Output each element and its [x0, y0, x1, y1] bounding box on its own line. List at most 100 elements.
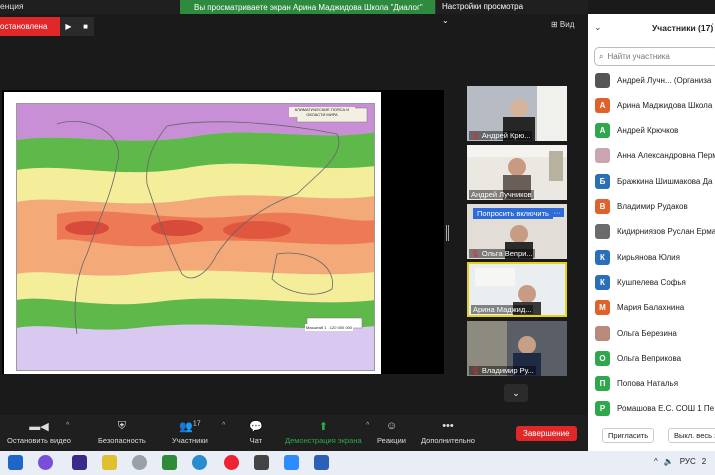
participant-name: Андрей Крю...	[481, 131, 531, 140]
participant-name: Арина Маджид...	[473, 305, 532, 314]
keyboard-language[interactable]: РУС	[680, 457, 696, 466]
participant-row[interactable]: Кидирниязов Руслан Ерма	[595, 222, 715, 242]
app-icon[interactable]	[254, 455, 269, 470]
mic-muted-icon: 🎙	[471, 367, 480, 375]
participant-row[interactable]: К Кирьянова Юлия	[595, 247, 680, 267]
view-layout-button[interactable]: ⊞ Вид	[551, 20, 574, 29]
stop-video-button[interactable]: ▬◀ Остановить видео	[7, 420, 71, 445]
participant-row[interactable]: М Мария Балахнина	[595, 298, 684, 318]
avatar: К	[595, 274, 610, 290]
chat-icon: 💬	[249, 421, 263, 433]
mail-app-icon[interactable]	[72, 455, 87, 470]
participant-row[interactable]: Р Ромашова Е.С. СОШ 1 Пе	[595, 399, 714, 419]
volume-icon[interactable]: 🔈	[664, 457, 674, 466]
participant-row[interactable]: О Ольга Веприкова	[595, 348, 681, 368]
participant-name: Ольга Вепри...	[481, 249, 533, 258]
participant-name: Ольга Березина	[617, 328, 677, 338]
system-tray: ^ 🔈 РУС 2	[654, 457, 706, 466]
video-tile[interactable]: 🎙 Владимир Ру...	[467, 321, 567, 376]
participant-name: Владимир Рудаков	[617, 202, 688, 211]
participant-row[interactable]: Андрей Лучн... (Организа	[595, 70, 711, 90]
participant-row[interactable]: А Андрей Крючков	[595, 121, 678, 141]
avatar	[595, 224, 610, 240]
mic-muted-icon: 🎙	[471, 132, 480, 140]
participants-label: Участники	[172, 436, 208, 445]
collapse-panel-icon[interactable]: ⌄	[594, 22, 602, 33]
gallery-scroll-down-button[interactable]: ⌄	[504, 384, 528, 402]
security-button[interactable]: ⛨ Безопасность	[98, 420, 146, 445]
avatar: Б	[595, 173, 610, 189]
photos-icon[interactable]	[132, 455, 147, 470]
yandex-browser-icon[interactable]	[224, 455, 239, 470]
participant-row[interactable]: А Арина Маджидова Школа	[595, 95, 712, 115]
participant-name: Кидирниязов Руслан Ерма	[617, 227, 715, 237]
splitter-handle[interactable]	[446, 225, 449, 241]
participant-name: Анна Александровна Перм	[617, 151, 715, 161]
avatar	[595, 72, 610, 88]
mic-muted-icon: 🎙	[471, 250, 480, 258]
word-icon[interactable]	[314, 455, 329, 470]
tile-more-button[interactable]: ···	[550, 208, 564, 217]
panel-menu-icon[interactable]: ⋮	[708, 22, 715, 33]
avatar: П	[595, 376, 610, 392]
video-options-caret-icon[interactable]: ^	[66, 422, 69, 429]
ask-to-unmute-button[interactable]: Попросить включить	[473, 208, 553, 219]
excel-icon[interactable]	[162, 455, 177, 470]
participants-button[interactable]: 👥17 Участники	[172, 420, 208, 445]
avatar: А	[595, 97, 610, 113]
participant-name-tag: 🎙 Владимир Ру...	[469, 366, 536, 375]
view-options-button[interactable]: Настройки просмотра ⌄	[435, 0, 537, 25]
participant-row[interactable]: В Владимир Рудаков	[595, 197, 688, 217]
participant-search[interactable]: ⌕	[594, 47, 715, 66]
avatar: В	[595, 199, 610, 214]
more-dots-icon: •••	[442, 420, 454, 432]
map-legend-title: КЛИМАТИЧЕСКИЕ ПОЯСА И ОБЛАСТИ МИРА	[289, 107, 355, 117]
participants-options-caret-icon[interactable]: ^	[222, 422, 225, 429]
video-tile[interactable]: 🎙 Андрей Крю...	[467, 86, 567, 141]
participant-name-tag: Арина Маджид...	[471, 305, 534, 314]
invite-button[interactable]: Пригласить	[602, 428, 655, 443]
video-tile[interactable]: Попросить включить ··· 🎙 Ольга Вепри...	[467, 204, 567, 259]
chat-label: Чат	[249, 436, 263, 445]
share-options-caret-icon[interactable]: ^	[366, 422, 369, 429]
app-icon[interactable]	[102, 455, 117, 470]
avatar: М	[595, 300, 610, 316]
clock[interactable]: 2	[702, 457, 706, 466]
participant-row[interactable]: Анна Александровна Перм	[595, 146, 715, 166]
participant-row[interactable]: Б Бражкина Шишмакова Да	[595, 171, 712, 191]
avatar	[595, 325, 610, 341]
assistant-icon[interactable]	[38, 455, 53, 470]
participant-name: Владимир Ру...	[481, 366, 534, 375]
participant-row[interactable]: П Попова Наталья	[595, 374, 678, 394]
zoom-icon[interactable]	[284, 455, 299, 470]
participant-search-input[interactable]	[607, 52, 708, 61]
screen-share-banner: Вы просматриваете экран Арина Маджидова …	[180, 0, 537, 25]
avatar	[595, 148, 610, 164]
map-scale-label: Масштаб 1 : 120 000 000	[305, 324, 354, 331]
end-meeting-button[interactable]: Завершение	[516, 426, 577, 441]
video-tile[interactable]: Андрей Лучников	[467, 145, 567, 200]
share-paused-label: остановлена	[0, 17, 60, 36]
chat-button[interactable]: 💬 Чат	[249, 420, 263, 445]
video-tile-active-speaker[interactable]: Арина Маджид...	[467, 262, 567, 317]
share-screen-button[interactable]: ⬆ Демонстрация экрана	[285, 420, 362, 445]
more-label: Дополнительно	[421, 436, 475, 445]
more-button[interactable]: ••• Дополнительно	[421, 420, 475, 445]
reactions-button[interactable]: ☺ Реакции	[377, 420, 406, 445]
tray-expand-icon[interactable]: ^	[654, 457, 658, 466]
start-menu-icon[interactable]	[8, 455, 23, 470]
resume-share-button[interactable]: ▶	[60, 17, 77, 36]
participant-name: Андрей Крючков	[617, 126, 679, 136]
edge-browser-icon[interactable]	[192, 455, 207, 470]
participant-name: Андрей Лучников	[471, 190, 532, 199]
video-camera-icon: ▬◀	[29, 421, 49, 433]
participant-row[interactable]: Ольга Березина	[595, 323, 677, 343]
avatar: А	[595, 123, 610, 139]
search-icon: ⌕	[599, 51, 604, 61]
participant-name: Кирьянова Юлия	[617, 252, 680, 262]
mute-all-button[interactable]: Выкл. весь з	[668, 428, 715, 443]
participant-name: Ольга Веприкова	[617, 353, 682, 363]
participant-row[interactable]: К Кушпелева Софья	[595, 272, 686, 292]
stop-share-button[interactable]: ■	[77, 17, 94, 36]
participant-name: Арина Маджидова Школа	[617, 100, 713, 110]
